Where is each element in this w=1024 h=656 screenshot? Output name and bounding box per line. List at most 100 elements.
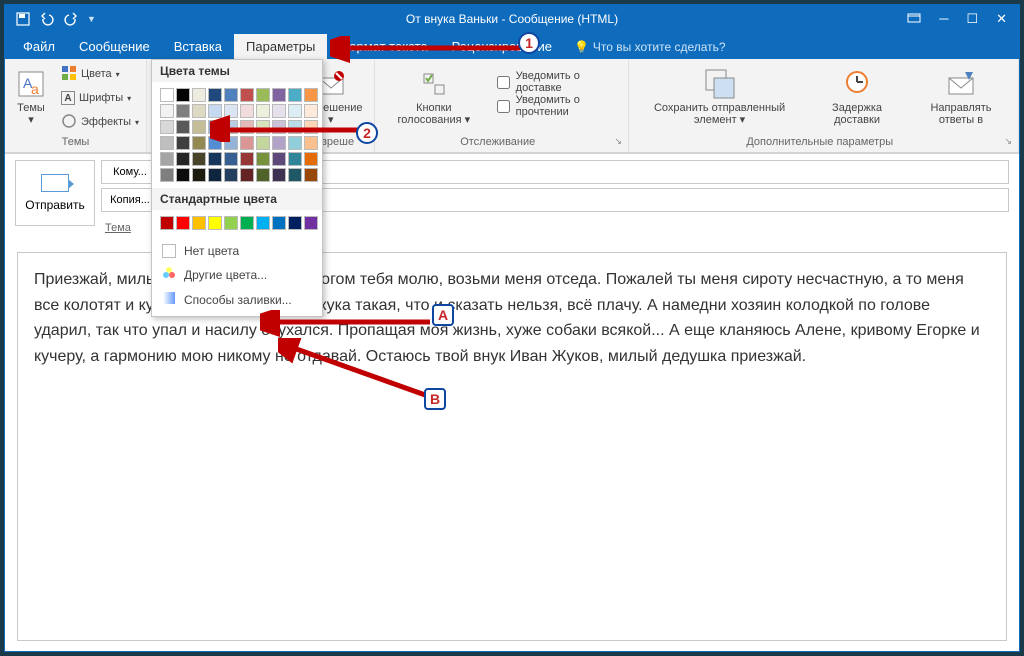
more-colors-item[interactable]: Другие цвета... (152, 262, 322, 287)
read-receipt-checkbox[interactable]: Уведомить о прочтении (493, 95, 622, 117)
color-swatch[interactable] (288, 216, 302, 230)
color-swatch[interactable] (304, 216, 318, 230)
color-swatch[interactable] (192, 152, 206, 166)
theme-colors-button[interactable]: Цвета▾ (57, 63, 143, 85)
send-button[interactable]: Отправить (15, 160, 95, 226)
color-swatch[interactable] (208, 120, 222, 134)
color-swatch[interactable] (288, 104, 302, 118)
color-swatch[interactable] (192, 104, 206, 118)
color-swatch[interactable] (272, 216, 286, 230)
more-launcher-icon[interactable]: ↘ (1004, 136, 1012, 147)
color-swatch[interactable] (272, 136, 286, 150)
save-icon[interactable] (15, 11, 31, 27)
color-swatch[interactable] (288, 152, 302, 166)
theme-fonts-button[interactable]: A Шрифты▾ (57, 87, 143, 109)
themes-button[interactable]: Aa Темы▾ (11, 61, 51, 133)
color-swatch[interactable] (256, 168, 270, 182)
no-color-item[interactable]: Нет цвета (152, 240, 322, 262)
color-swatch[interactable] (240, 136, 254, 150)
color-swatch[interactable] (160, 152, 174, 166)
color-swatch[interactable] (304, 136, 318, 150)
color-swatch[interactable] (176, 152, 190, 166)
color-swatch[interactable] (160, 88, 174, 102)
color-swatch[interactable] (240, 104, 254, 118)
color-swatch[interactable] (192, 168, 206, 182)
color-swatch[interactable] (208, 136, 222, 150)
color-swatch[interactable] (176, 216, 190, 230)
color-swatch[interactable] (160, 168, 174, 182)
color-swatch[interactable] (192, 120, 206, 134)
color-swatch[interactable] (304, 120, 318, 134)
minimize-icon[interactable]: ─ (939, 11, 948, 28)
color-swatch[interactable] (256, 136, 270, 150)
color-swatch[interactable] (192, 88, 206, 102)
qat-more-icon[interactable]: ▼ (87, 14, 96, 24)
color-swatch[interactable] (240, 88, 254, 102)
color-swatch[interactable] (160, 216, 174, 230)
color-swatch[interactable] (160, 136, 174, 150)
color-swatch[interactable] (160, 120, 174, 134)
color-swatch[interactable] (208, 152, 222, 166)
color-swatch[interactable] (256, 104, 270, 118)
close-icon[interactable]: ✕ (996, 11, 1007, 28)
color-swatch[interactable] (240, 152, 254, 166)
color-swatch[interactable] (288, 88, 302, 102)
voting-buttons[interactable]: Кнопки голосования ▾ (381, 61, 487, 133)
color-swatch[interactable] (304, 152, 318, 166)
color-swatch[interactable] (208, 88, 222, 102)
color-swatch[interactable] (304, 88, 318, 102)
delay-delivery-button[interactable]: Задержка доставки (810, 61, 904, 133)
fill-effects-item[interactable]: Способы заливки... (152, 287, 322, 312)
tab-insert[interactable]: Вставка (162, 34, 234, 59)
color-swatch[interactable] (160, 104, 174, 118)
tab-options[interactable]: Параметры (234, 34, 327, 59)
color-swatch[interactable] (224, 152, 238, 166)
undo-icon[interactable] (39, 11, 55, 27)
color-swatch[interactable] (272, 104, 286, 118)
delivery-receipt-checkbox[interactable]: Уведомить о доставке (493, 71, 622, 93)
color-swatch[interactable] (304, 168, 318, 182)
color-swatch[interactable] (256, 120, 270, 134)
color-swatch[interactable] (288, 136, 302, 150)
color-swatch[interactable] (208, 104, 222, 118)
redo-icon[interactable] (63, 11, 79, 27)
color-swatch[interactable] (224, 88, 238, 102)
tracking-launcher-icon[interactable]: ↘ (614, 136, 622, 147)
color-swatch[interactable] (176, 88, 190, 102)
color-swatch[interactable] (176, 136, 190, 150)
color-swatch[interactable] (224, 136, 238, 150)
color-swatch[interactable] (208, 168, 222, 182)
theme-effects-button[interactable]: Эффекты▾ (57, 111, 143, 133)
color-swatch[interactable] (240, 216, 254, 230)
color-swatch[interactable] (192, 136, 206, 150)
color-swatch[interactable] (288, 120, 302, 134)
tab-review[interactable]: Рецензирование (440, 34, 564, 59)
color-swatch[interactable] (272, 152, 286, 166)
save-sent-item-button[interactable]: Сохранить отправленный элемент ▾ (635, 61, 804, 133)
color-swatch[interactable] (224, 216, 238, 230)
color-swatch[interactable] (256, 152, 270, 166)
color-swatch[interactable] (288, 168, 302, 182)
ribbon-display-icon[interactable] (907, 11, 921, 28)
color-swatch[interactable] (208, 216, 222, 230)
color-swatch[interactable] (304, 104, 318, 118)
tab-format-text[interactable]: Формат текста (327, 34, 439, 59)
color-swatch[interactable] (176, 168, 190, 182)
color-swatch[interactable] (272, 88, 286, 102)
color-swatch[interactable] (272, 120, 286, 134)
direct-replies-button[interactable]: Направлять ответы в (910, 61, 1012, 133)
tab-message[interactable]: Сообщение (67, 34, 162, 59)
maximize-icon[interactable]: ☐ (966, 11, 978, 28)
color-swatch[interactable] (224, 120, 238, 134)
color-swatch[interactable] (224, 168, 238, 182)
color-swatch[interactable] (192, 216, 206, 230)
color-swatch[interactable] (240, 120, 254, 134)
color-swatch[interactable] (256, 216, 270, 230)
color-swatch[interactable] (176, 104, 190, 118)
color-swatch[interactable] (272, 168, 286, 182)
tell-me-search[interactable]: 💡 Что вы хотите сделать? (574, 40, 726, 59)
color-swatch[interactable] (240, 168, 254, 182)
tab-file[interactable]: Файл (11, 34, 67, 59)
color-swatch[interactable] (256, 88, 270, 102)
color-swatch[interactable] (176, 120, 190, 134)
